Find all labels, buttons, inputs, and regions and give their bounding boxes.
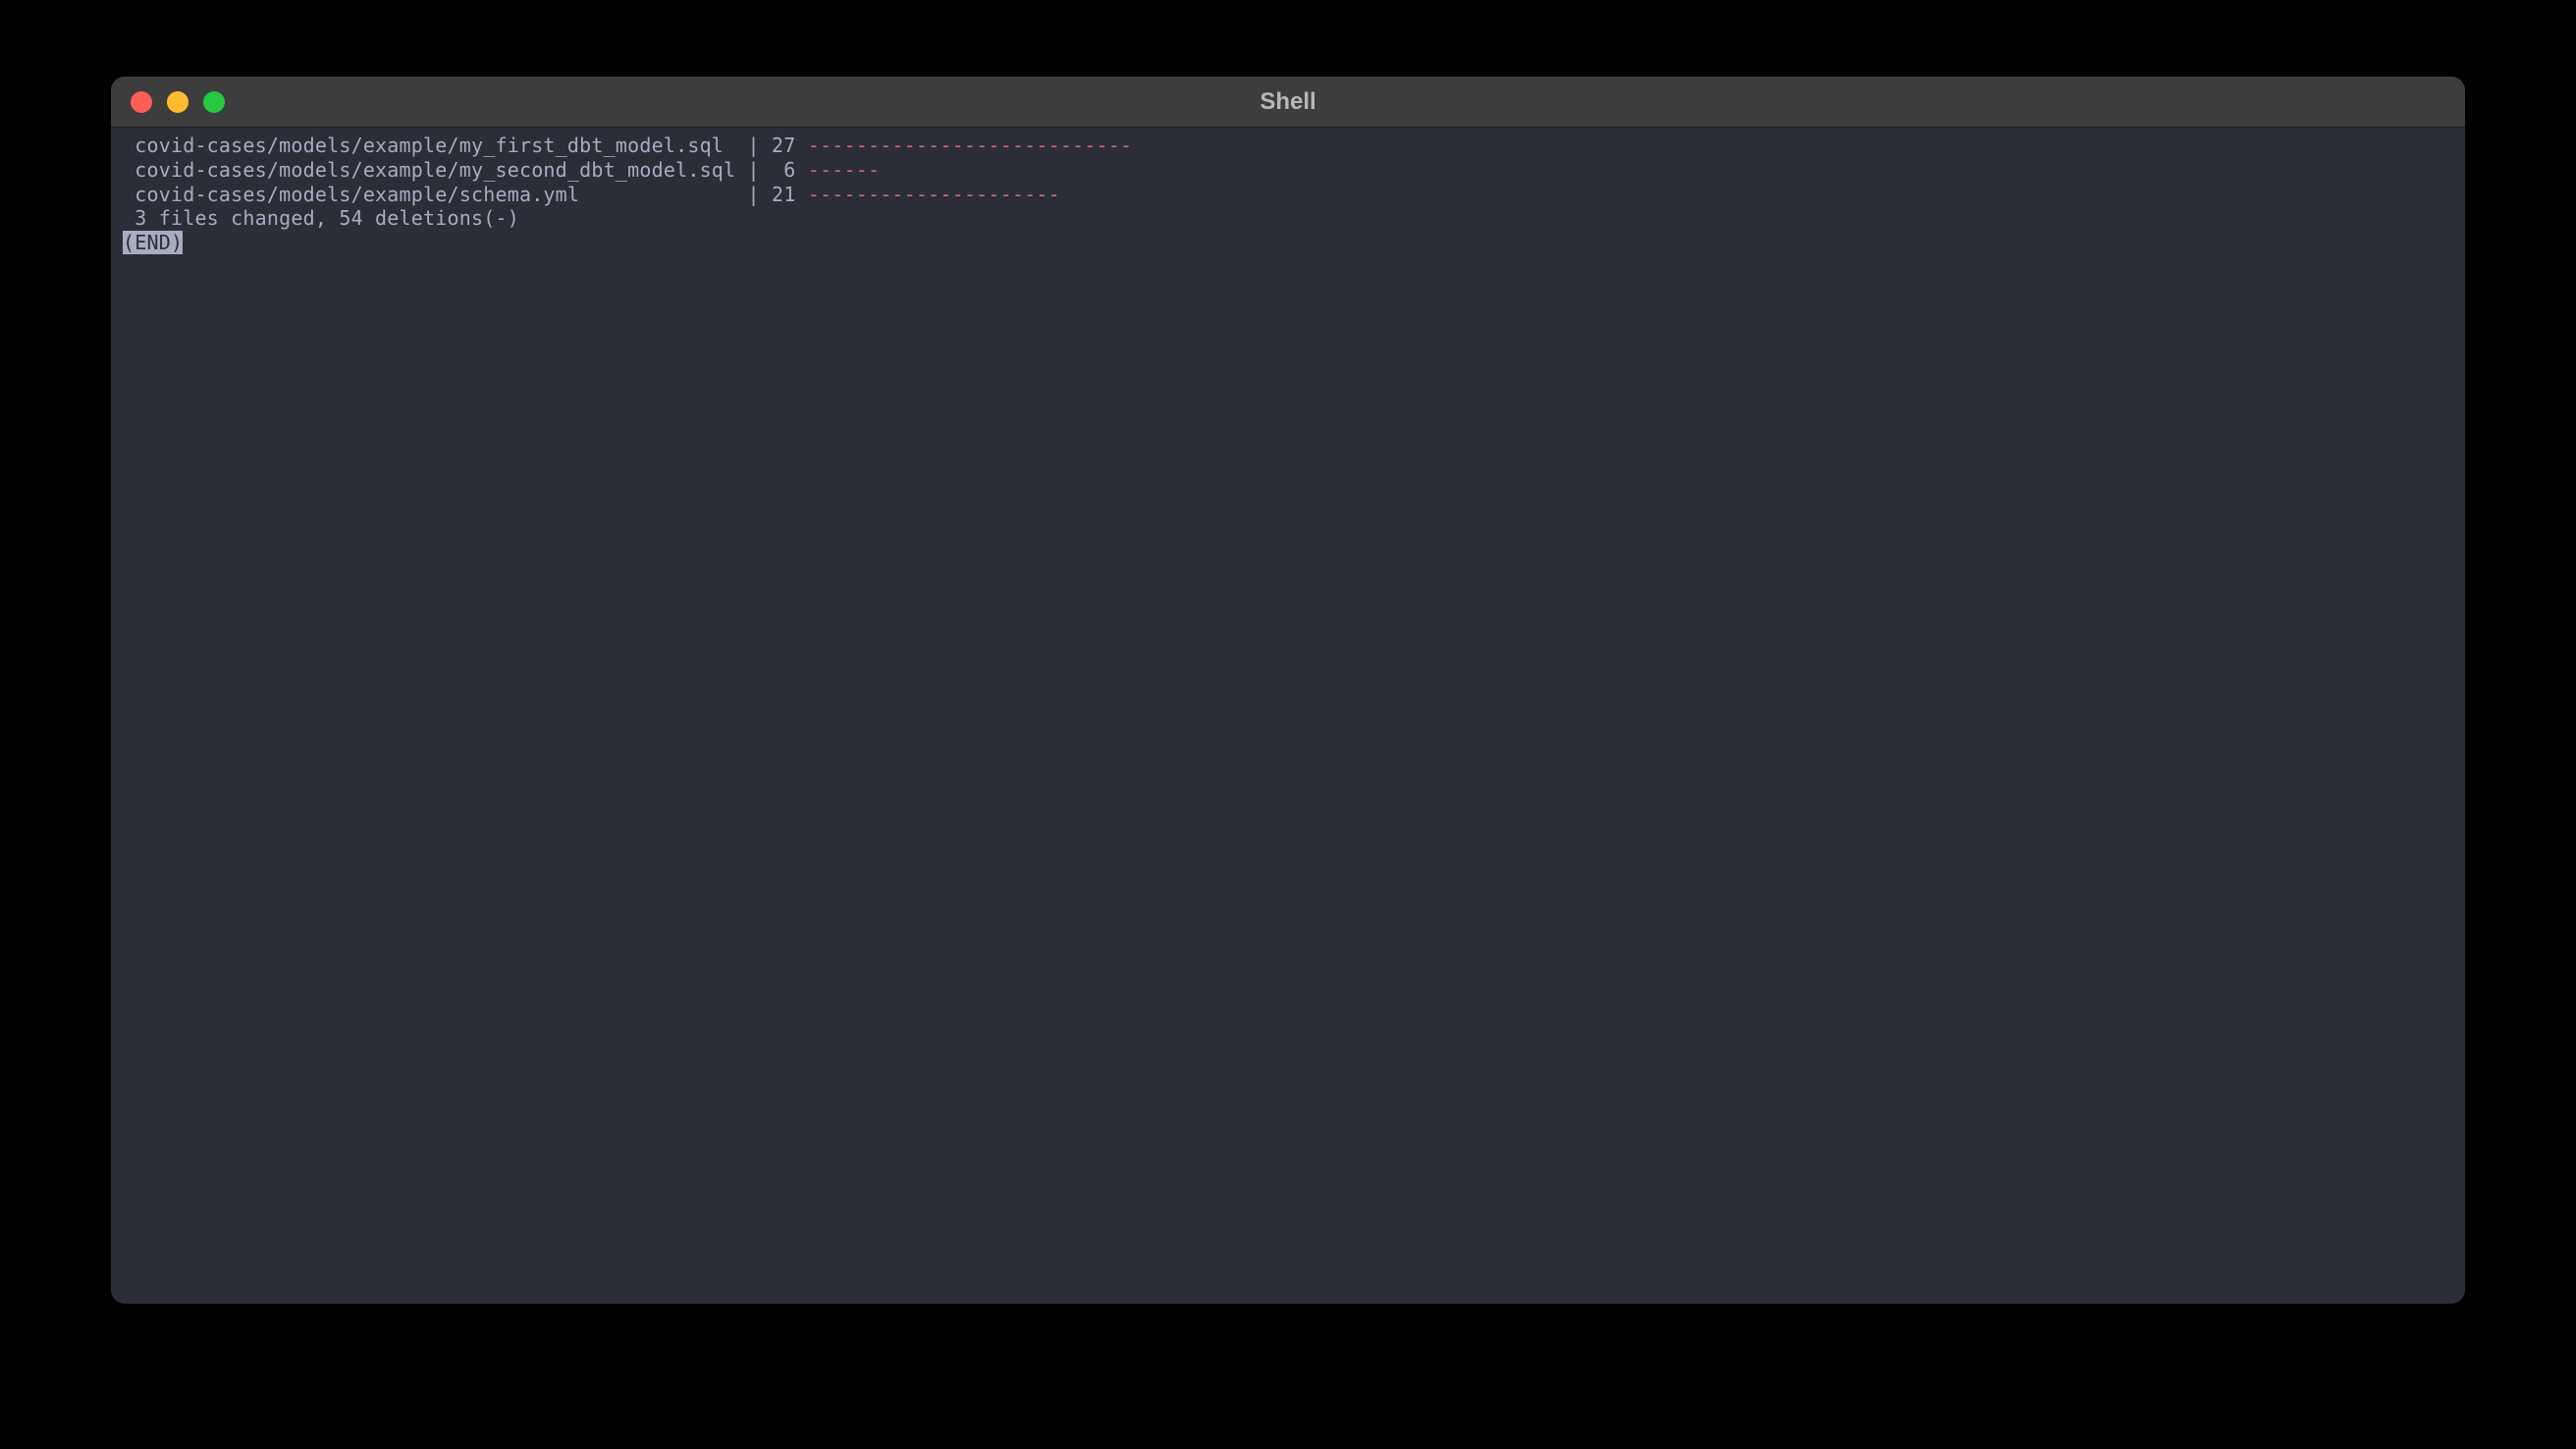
terminal-window: Shell covid-cases/models/example/my_firs… — [111, 77, 2465, 1304]
diff-line: covid-cases/models/example/schema.yml | … — [123, 183, 2453, 207]
terminal-output[interactable]: covid-cases/models/example/my_first_dbt_… — [111, 128, 2465, 261]
diff-deletions: ------ — [808, 158, 880, 182]
diff-path: covid-cases/models/example/schema.yml | … — [123, 183, 808, 206]
minimize-icon[interactable] — [167, 91, 188, 113]
diff-path: covid-cases/models/example/my_first_dbt_… — [123, 134, 808, 157]
traffic-lights — [111, 91, 225, 113]
diff-deletions: --------------------- — [808, 183, 1060, 206]
diff-line: covid-cases/models/example/my_second_dbt… — [123, 158, 2453, 183]
window-title: Shell — [1260, 88, 1315, 116]
pager-end: (END) — [123, 231, 183, 254]
maximize-icon[interactable] — [203, 91, 225, 113]
diff-path: covid-cases/models/example/my_second_dbt… — [123, 158, 808, 182]
close-icon[interactable] — [131, 91, 152, 113]
diff-line: covid-cases/models/example/my_first_dbt_… — [123, 134, 2453, 158]
diff-summary: 3 files changed, 54 deletions(-) — [123, 206, 2453, 231]
titlebar: Shell — [111, 77, 2465, 128]
diff-deletions: --------------------------- — [808, 134, 1133, 157]
